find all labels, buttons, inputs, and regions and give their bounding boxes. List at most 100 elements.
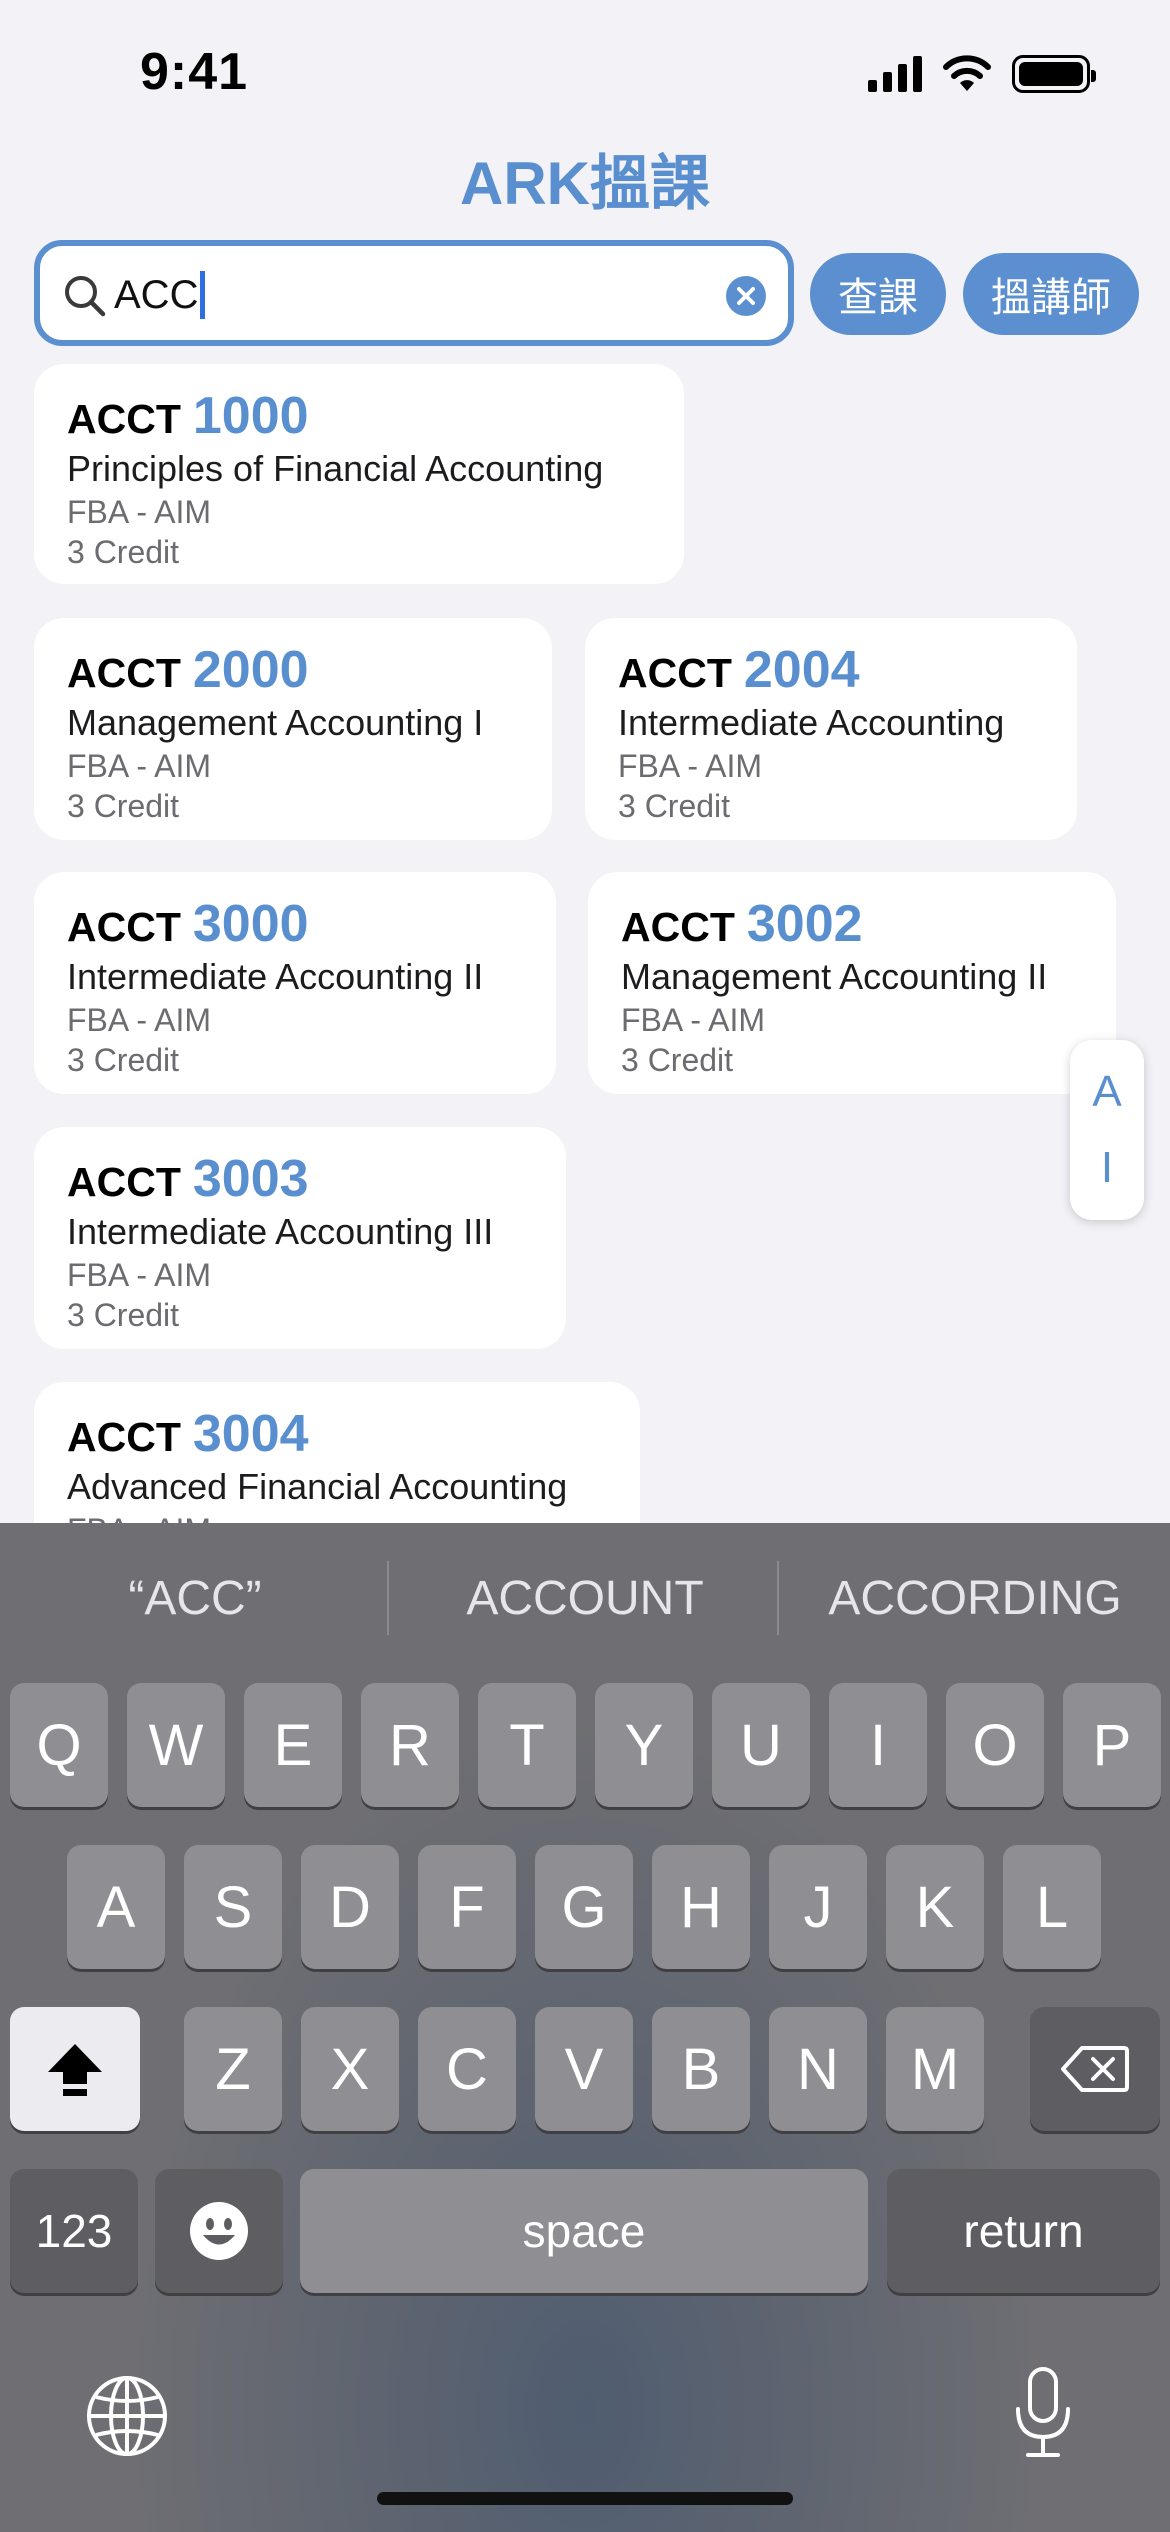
course-number: 3003 <box>192 1150 309 1208</box>
key-f[interactable]: F <box>418 1845 516 1969</box>
emoji-icon <box>190 2202 248 2260</box>
course-credit: 3 Credit <box>67 788 180 824</box>
course-name: Intermediate Accounting II <box>67 956 484 997</box>
section-index-bar[interactable]: A I <box>1070 1040 1144 1220</box>
search-input-text[interactable]: ACC <box>114 271 206 319</box>
key-i[interactable]: I <box>829 1683 927 1807</box>
course-school: FBA - AIM <box>618 748 763 784</box>
home-indicator[interactable] <box>377 2492 793 2505</box>
key-o[interactable]: O <box>946 1683 1044 1807</box>
course-number: 1000 <box>192 387 309 445</box>
wifi-icon <box>943 55 991 91</box>
course-name: Intermediate Accounting III <box>67 1211 494 1252</box>
key-v[interactable]: V <box>535 2007 633 2131</box>
key-s[interactable]: S <box>184 1845 282 1969</box>
backspace-icon <box>1061 2046 1129 2092</box>
key-t[interactable]: T <box>478 1683 576 1807</box>
course-dept: ACCT <box>621 904 735 950</box>
course-card[interactable]: ACCT 3002 Management Accounting II FBA - … <box>588 872 1116 1094</box>
course-dept: ACCT <box>618 650 732 696</box>
clear-search-icon[interactable] <box>726 276 766 316</box>
course-name: Advanced Financial Accounting <box>67 1466 568 1507</box>
suggestion-item[interactable]: ACCOUNT <box>405 1571 765 1626</box>
index-letter[interactable]: I <box>1101 1143 1113 1193</box>
course-dept: ACCT <box>67 1159 181 1205</box>
course-card[interactable]: ACCT 3000 Intermediate Accounting II FBA … <box>34 872 556 1094</box>
space-key[interactable]: space <box>300 2169 868 2293</box>
index-letter[interactable]: A <box>1092 1067 1121 1117</box>
globe-icon[interactable] <box>84 2373 170 2459</box>
key-k[interactable]: K <box>886 1845 984 1969</box>
course-card[interactable]: ACCT 1000 Principles of Financial Account… <box>34 364 684 584</box>
suggestion-item[interactable]: ACCORDING <box>795 1571 1155 1626</box>
key-p[interactable]: P <box>1063 1683 1161 1807</box>
search-teacher-button[interactable]: 搵講師 <box>963 253 1139 335</box>
course-school: FBA - AIM <box>67 1257 212 1293</box>
divider <box>387 1561 389 1635</box>
key-l[interactable]: L <box>1003 1845 1101 1969</box>
status-time: 9:41 <box>140 43 249 101</box>
shift-key[interactable] <box>10 2007 140 2131</box>
course-name: Principles of Financial Accounting <box>67 448 604 489</box>
course-number: 2004 <box>743 641 860 699</box>
numbers-key-label: 123 <box>35 2205 113 2257</box>
course-credit: 3 Credit <box>618 788 731 824</box>
course-card[interactable]: ACCT 2004 Intermediate Accounting FBA - A… <box>585 618 1077 840</box>
key-z[interactable]: Z <box>184 2007 282 2131</box>
course-school: FBA - AIM <box>67 494 212 530</box>
numbers-key[interactable]: 123 <box>10 2169 138 2293</box>
status-icons <box>868 55 1096 93</box>
key-x[interactable]: X <box>301 2007 399 2131</box>
search-input[interactable]: ACC <box>34 240 794 346</box>
course-dept: ACCT <box>67 904 181 950</box>
suggestion-item[interactable]: “ACC” <box>15 1571 375 1626</box>
key-n[interactable]: N <box>769 2007 867 2131</box>
key-m[interactable]: M <box>886 2007 984 2131</box>
course-dept: ACCT <box>67 650 181 696</box>
course-number: 3000 <box>192 895 309 953</box>
key-g[interactable]: G <box>535 1845 633 1969</box>
course-credit: 3 Credit <box>621 1042 734 1078</box>
key-d[interactable]: D <box>301 1845 399 1969</box>
microphone-icon[interactable] <box>1010 2365 1076 2461</box>
course-name: Intermediate Accounting <box>618 702 1005 743</box>
course-school: FBA - AIM <box>67 1002 212 1038</box>
course-name: Management Accounting I <box>67 702 484 743</box>
course-number: 3002 <box>746 895 863 953</box>
suggestion-bar: “ACC” ACCOUNT ACCORDING <box>0 1523 1170 1675</box>
course-school: FBA - AIM <box>621 1002 766 1038</box>
key-c[interactable]: C <box>418 2007 516 2131</box>
course-card[interactable]: ACCT 2000 Management Accounting I FBA - A… <box>34 618 552 840</box>
key-e[interactable]: E <box>244 1683 342 1807</box>
search-value: ACC <box>114 272 199 317</box>
cellular-signal-icon <box>868 56 922 92</box>
course-dept: ACCT <box>67 396 181 442</box>
search-icon <box>65 276 106 317</box>
key-y[interactable]: Y <box>595 1683 693 1807</box>
delete-key[interactable] <box>1030 2007 1160 2131</box>
text-caret <box>200 271 206 319</box>
course-number: 3004 <box>192 1405 309 1463</box>
emoji-key[interactable] <box>155 2169 283 2293</box>
key-j[interactable]: J <box>769 1845 867 1969</box>
search-course-button[interactable]: 查課 <box>810 253 946 335</box>
course-credit: 3 Credit <box>67 534 180 570</box>
app-title: ARK搵課 <box>460 150 710 217</box>
status-bar: 9:41 <box>0 0 1170 150</box>
course-number: 2000 <box>192 641 309 699</box>
return-key[interactable]: return <box>887 2169 1160 2293</box>
course-dept: ACCT <box>67 1414 181 1460</box>
key-b[interactable]: B <box>652 2007 750 2131</box>
key-h[interactable]: H <box>652 1845 750 1969</box>
key-q[interactable]: Q <box>10 1683 108 1807</box>
key-a[interactable]: A <box>67 1845 165 1969</box>
key-w[interactable]: W <box>127 1683 225 1807</box>
course-name: Management Accounting II <box>621 956 1048 997</box>
course-card[interactable]: ACCT 3003 Intermediate Accounting III FBA… <box>34 1127 566 1349</box>
key-r[interactable]: R <box>361 1683 459 1807</box>
key-u[interactable]: U <box>712 1683 810 1807</box>
course-credit: 3 Credit <box>67 1042 180 1078</box>
return-key-label: return <box>963 2205 1084 2257</box>
battery-icon <box>1012 55 1096 93</box>
divider <box>777 1561 779 1635</box>
